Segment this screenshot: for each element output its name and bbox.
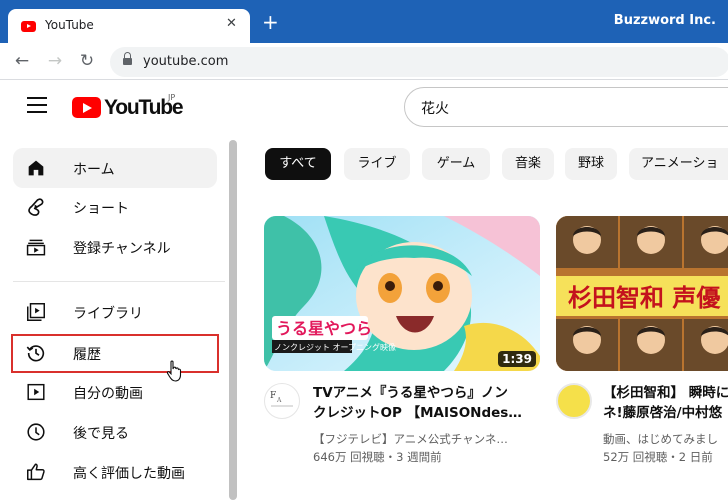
thumbnail-title-text: 杉田智和 声優: [568, 284, 721, 312]
sidebar-item-watch-later[interactable]: 後で見る: [13, 412, 217, 452]
chip-game[interactable]: ゲーム: [422, 148, 490, 180]
browser-tab[interactable]: YouTube ✕: [8, 9, 250, 43]
thumbnail-subtitle-text: ノンクレジット オープニング映像: [274, 342, 396, 352]
channel-avatar[interactable]: [556, 383, 592, 419]
sidebar-item-label: 登録チャンネル: [73, 241, 171, 257]
video-title-line-1[interactable]: TVアニメ『うる星やつら』ノン: [313, 383, 543, 403]
hand-cursor-icon: [166, 360, 182, 382]
sidebar-item-label: ホーム: [73, 162, 115, 178]
reload-button[interactable]: ↻: [75, 49, 99, 73]
youtube-play-icon: [72, 97, 101, 118]
video-title-line-1[interactable]: 【杉田智和】 瞬時に: [603, 383, 728, 403]
thumbnail-title-text: うる星やつら: [276, 319, 372, 338]
youtube-favicon-icon: [21, 21, 36, 32]
channel-logo-icon: F A: [270, 391, 293, 407]
search-value: 花火: [421, 101, 449, 117]
url-text: youtube.com: [143, 54, 229, 69]
video-thumbnail[interactable]: 杉田智和 声優: [556, 216, 728, 371]
lock-icon: [123, 52, 132, 67]
chip-baseball[interactable]: 野球: [565, 148, 617, 180]
video-title-line-2[interactable]: クレジットOP 【MAISONdes…: [313, 403, 543, 423]
chip-music[interactable]: 音楽: [502, 148, 554, 180]
sidebar-item-subscriptions[interactable]: 登録チャンネル: [13, 227, 217, 267]
sidebar-scrollbar[interactable]: [229, 140, 237, 500]
sidebar-item-label: 後で見る: [73, 426, 129, 442]
sidebar-item-label: ライブラリ: [73, 306, 143, 322]
video-title-line-2[interactable]: ネ!藤原啓治/中村悠: [603, 403, 728, 423]
address-bar[interactable]: youtube.com: [110, 47, 728, 77]
region-code: JP: [168, 93, 176, 102]
chip-live[interactable]: ライブ: [344, 148, 410, 180]
back-button[interactable]: ←: [10, 49, 34, 73]
liked-videos-icon: [27, 463, 45, 481]
close-icon[interactable]: ✕: [226, 16, 237, 31]
sidebar-item-home[interactable]: ホーム: [13, 148, 217, 188]
forward-button[interactable]: →: [43, 49, 67, 73]
thumbnail-illustration: うる星やつら ノンクレジット オープニング映像: [264, 216, 540, 371]
video-duration: 1:39: [498, 351, 536, 367]
sidebar-item-library[interactable]: ライブラリ: [13, 292, 217, 332]
subscriptions-icon: [26, 239, 46, 256]
new-tab-button[interactable]: +: [262, 12, 279, 32]
channel-name[interactable]: 動画、はじめてみまし: [603, 431, 728, 447]
watch-later-icon: [27, 423, 45, 441]
svg-text:A: A: [276, 397, 282, 404]
svg-text:F: F: [270, 391, 276, 401]
sidebar-item-label: 自分の動画: [73, 386, 143, 402]
sidebar-item-label: 高く評価した動画: [73, 466, 185, 482]
sidebar-item-liked-videos[interactable]: 高く評価した動画: [13, 452, 217, 492]
thumbnail-collage: 杉田智和 声優: [556, 216, 728, 371]
library-icon: [27, 303, 45, 321]
screen: YouTube ✕ + Buzzword Inc. ← → ↻ youtube.…: [0, 0, 728, 500]
youtube-logo[interactable]: YouTube: [72, 96, 184, 120]
menu-icon[interactable]: [27, 97, 47, 113]
sidebar-item-shorts[interactable]: ショート: [13, 187, 217, 227]
sidebar-item-label: ショート: [73, 201, 129, 217]
video-thumbnail[interactable]: うる星やつら ノンクレジット オープニング映像 1:39: [264, 216, 540, 371]
video-meta: 52万 回視聴・2 日前: [603, 450, 713, 464]
channel-name[interactable]: 【フジテレビ】アニメ公式チャンネ…: [313, 431, 543, 447]
shorts-icon: [28, 198, 44, 216]
channel-avatar[interactable]: F A: [264, 383, 300, 419]
your-videos-icon: [27, 383, 45, 401]
video-meta: 646万 回視聴・3 週間前: [313, 450, 442, 464]
home-icon: [28, 160, 44, 176]
sidebar-divider: [13, 281, 225, 282]
profile-name: Buzzword Inc.: [613, 13, 716, 28]
browser-titlebar: YouTube ✕ + Buzzword Inc.: [0, 0, 728, 43]
chip-all[interactable]: すべて: [265, 148, 331, 180]
search-input[interactable]: 花火: [404, 87, 728, 127]
chip-animation[interactable]: アニメーショ: [629, 148, 728, 180]
history-highlight-box: [11, 334, 219, 373]
tab-title: YouTube: [45, 18, 94, 32]
sidebar-item-your-videos[interactable]: 自分の動画: [13, 372, 217, 412]
browser-toolbar: ← → ↻ youtube.com: [0, 43, 728, 80]
